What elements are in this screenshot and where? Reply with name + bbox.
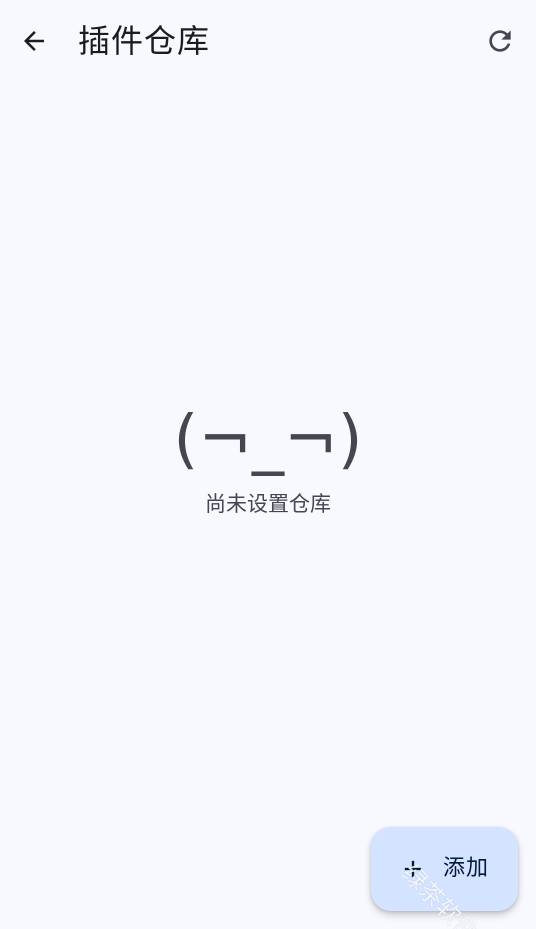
back-button[interactable] — [10, 17, 58, 65]
empty-emoticon: (¬_¬) — [173, 403, 363, 477]
top-app-bar: 插件仓库 — [0, 0, 536, 84]
fab-label: 添加 — [443, 856, 490, 881]
refresh-button[interactable] — [476, 17, 524, 65]
plugin-repository-screen: 插件仓库 (¬_¬) 尚未设置仓库 添加 绿茶软件园 — [0, 0, 536, 929]
refresh-icon — [489, 30, 511, 52]
empty-state: (¬_¬) 尚未设置仓库 — [0, 392, 536, 518]
plus-icon — [404, 860, 422, 878]
arrow-back-icon — [24, 31, 44, 51]
page-title: 插件仓库 — [78, 22, 211, 60]
empty-message: 尚未设置仓库 — [205, 492, 331, 516]
add-repository-fab[interactable]: 添加 — [371, 827, 518, 911]
